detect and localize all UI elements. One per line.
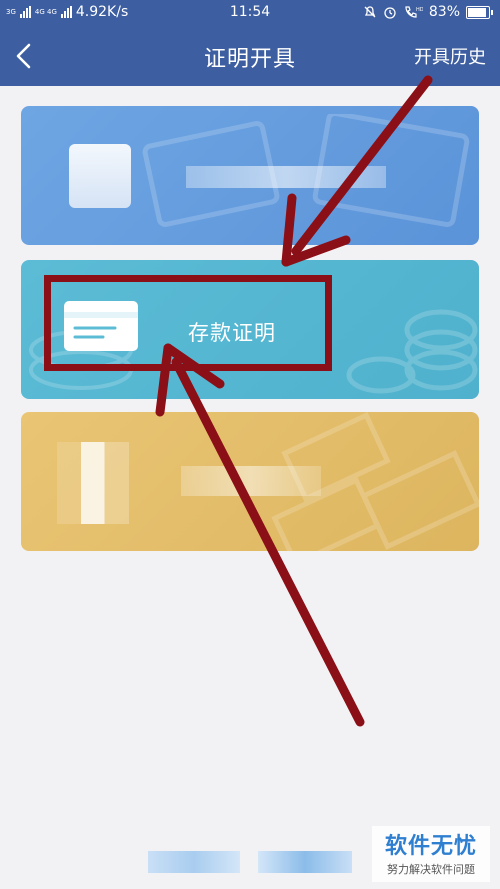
bottom-blurred-element-1 [148,851,240,873]
annotation-arrows [155,75,433,727]
bottom-blurred-element-2 [258,851,352,873]
arrow-down-left-icon [281,75,433,267]
watermark-subtitle: 努力解决软件问题 [387,863,475,876]
watermark-title: 软件无忧 [384,834,477,859]
arrow-up-left-icon [155,343,365,727]
watermark: 软件无忧 努力解决软件问题 [372,826,490,882]
